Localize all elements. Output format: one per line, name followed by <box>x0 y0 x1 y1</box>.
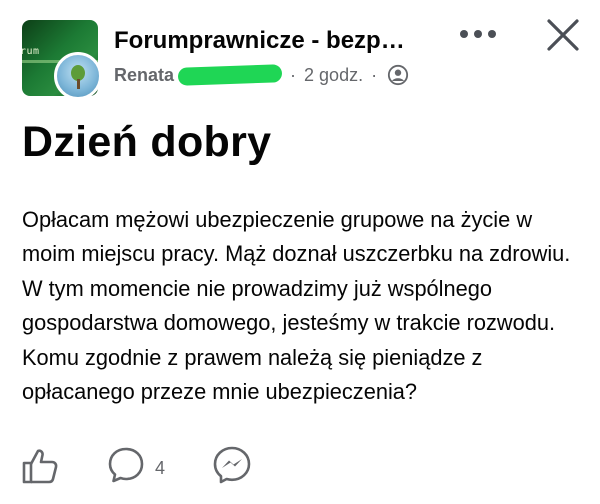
redaction-mark <box>177 64 283 86</box>
comment-bubble-icon[interactable] <box>107 446 145 484</box>
post-timestamp[interactable]: 2 godz. <box>304 65 363 86</box>
group-avatar-logo-text: rum <box>22 46 40 57</box>
post-actions-bar: 4 <box>0 440 600 490</box>
author-avatar[interactable] <box>54 52 102 100</box>
messenger-icon[interactable] <box>212 445 252 485</box>
meta-separator-2: · <box>371 64 378 85</box>
post-title: Dzień dobry <box>22 118 272 166</box>
avatar-trunk-shape <box>77 79 80 89</box>
meta-separator: · <box>290 64 297 85</box>
comment-count: 4 <box>155 458 166 478</box>
close-icon[interactable] <box>546 18 580 52</box>
author-name-link[interactable]: Renata <box>114 65 174 86</box>
post-body: Opłacam mężowi ubezpieczenie grupowe na … <box>22 207 571 405</box>
thumbs-up-icon[interactable] <box>20 446 60 486</box>
group-name-link[interactable]: Forumprawnicze - bezp… <box>114 27 405 55</box>
post-header: rum Forumprawnicze - bezp… Renata · 2 go… <box>0 0 600 104</box>
public-globe-icon <box>387 64 409 86</box>
post-meta: Renata · 2 godz. · <box>114 62 409 88</box>
more-horizontal-icon[interactable] <box>458 28 498 40</box>
